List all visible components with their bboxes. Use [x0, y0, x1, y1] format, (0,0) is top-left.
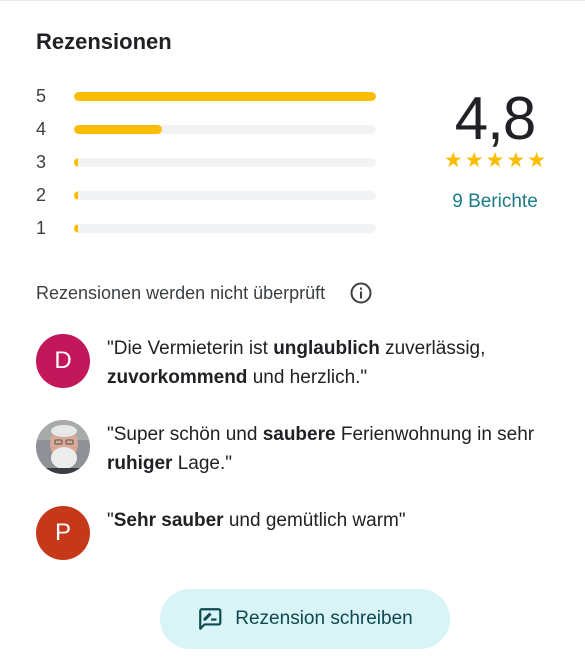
histogram-track [74, 91, 376, 101]
star-icon: ★ [464, 149, 484, 172]
write-review-label: Rezension schreiben [235, 608, 413, 629]
rate-review-icon [197, 606, 223, 632]
star-icon: ★ [506, 149, 526, 172]
review-highlight: zuvorkommend [107, 367, 248, 388]
review-quote: "Sehr sauber und gemütlich warm" [107, 506, 566, 535]
histogram-row-5[interactable]: 5 [36, 85, 378, 107]
review-highlight: ruhiger [107, 453, 173, 474]
section-title: Rezensionen [36, 29, 172, 54]
histogram-row-3[interactable]: 3 [36, 151, 378, 173]
review-item[interactable]: D "Die Vermieterin ist unglaublich zuver… [36, 334, 566, 392]
review-text: "Super schön und [107, 424, 263, 445]
star-icon: ★ [527, 149, 547, 172]
histogram-row-4[interactable]: 4 [36, 118, 378, 140]
histogram-track [74, 223, 376, 233]
histogram-track [74, 157, 376, 167]
histogram-star-label: 5 [36, 86, 47, 106]
review-text: Ferienwohnung in sehr [335, 424, 535, 445]
avatar-letter: P [54, 519, 71, 546]
review-count-link[interactable]: 9 Berichte [452, 190, 538, 214]
avatar [36, 420, 90, 474]
histogram-star-label: 1 [36, 218, 47, 238]
star-rating: ★ ★ ★ ★ ★ [430, 150, 560, 172]
review-item[interactable]: "Super schön und saubere Ferienwohnung i… [36, 420, 566, 478]
review-text: und gemütlich warm" [223, 510, 406, 531]
review-highlight: unglaublich [273, 338, 380, 359]
review-text: und herzlich." [247, 367, 368, 388]
disclaimer-text: Rezensionen werden nicht überprüft [36, 283, 326, 303]
review-quote: "Super schön und saubere Ferienwohnung i… [107, 420, 566, 478]
star-icon: ★ [443, 149, 463, 172]
histogram-star-label: 2 [36, 185, 47, 205]
reviews-panel: Rezensionen 5 4 3 2 1 4,8 ★ ★ ★ ★ ★ 9 Be… [0, 0, 585, 666]
histogram-row-2[interactable]: 2 [36, 184, 378, 206]
rating-summary: 4,8 ★ ★ ★ ★ ★ 9 Berichte [430, 84, 560, 214]
histogram-bar [74, 190, 78, 200]
histogram-bar [74, 157, 78, 167]
avatar: P [36, 506, 90, 560]
histogram-bar [74, 223, 78, 233]
review-highlight: Sehr sauber [113, 510, 224, 531]
write-review-button[interactable]: Rezension schreiben [160, 589, 450, 649]
disclaimer: Rezensionen werden nicht überprüft [36, 281, 373, 305]
review-highlight: saubere [262, 424, 336, 445]
review-text: zuverlässig, [379, 338, 486, 359]
histogram-row-1[interactable]: 1 [36, 217, 378, 239]
review-text: "Die Vermieterin ist [107, 338, 274, 359]
average-score: 4,8 [454, 85, 536, 152]
review-text: Lage." [172, 453, 233, 474]
avatar: D [36, 334, 90, 388]
avatar-letter: D [54, 347, 72, 374]
histogram-star-label: 3 [36, 152, 47, 172]
info-icon[interactable] [349, 281, 373, 305]
avatar-photo [36, 420, 90, 474]
histogram-track [74, 124, 376, 134]
review-quote: "Die Vermieterin ist unglaublich zuverlä… [107, 334, 566, 392]
histogram-bar [74, 124, 162, 134]
review-item[interactable]: P "Sehr sauber und gemütlich warm" [36, 506, 566, 560]
review-text: " [107, 510, 114, 531]
histogram-track [74, 190, 376, 200]
histogram-bar [74, 91, 376, 101]
star-icon: ★ [485, 149, 505, 172]
histogram-star-label: 4 [36, 119, 47, 139]
